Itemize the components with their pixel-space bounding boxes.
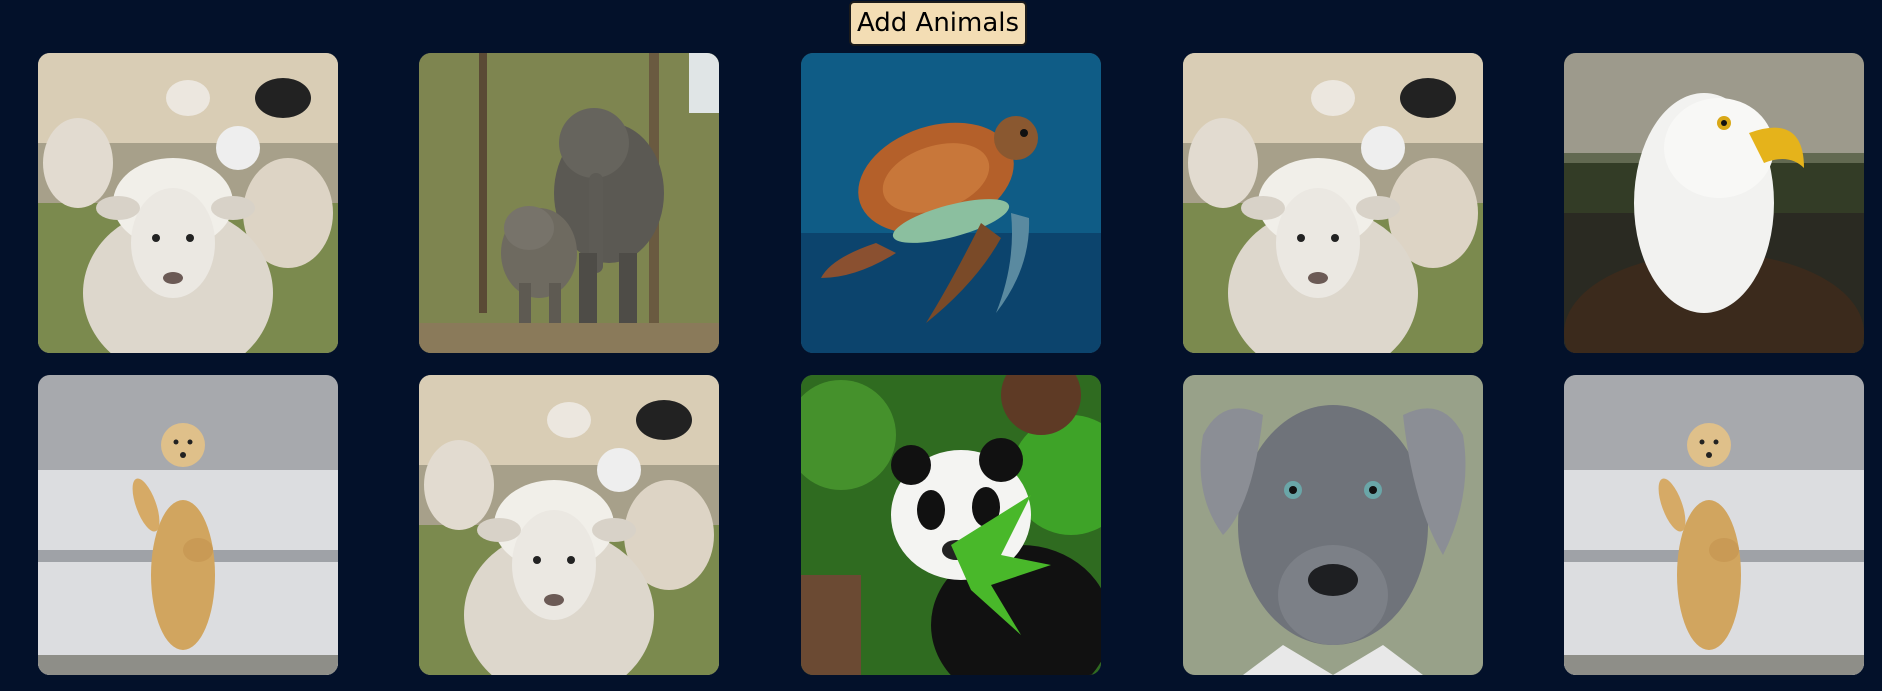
dog-image bbox=[1183, 375, 1483, 675]
sheep-image bbox=[38, 53, 338, 353]
elephant-image bbox=[419, 53, 719, 353]
turtle-image bbox=[801, 53, 1101, 353]
add-animals-button[interactable]: Add Animals bbox=[849, 1, 1027, 46]
page: Add Animals bbox=[0, 0, 1882, 691]
panda-image bbox=[801, 375, 1101, 675]
polar-bear-image bbox=[1564, 375, 1864, 675]
sheep-image bbox=[419, 375, 719, 675]
eagle-image bbox=[1564, 53, 1864, 353]
sheep-image bbox=[1183, 53, 1483, 353]
polar-bear-image bbox=[38, 375, 338, 675]
